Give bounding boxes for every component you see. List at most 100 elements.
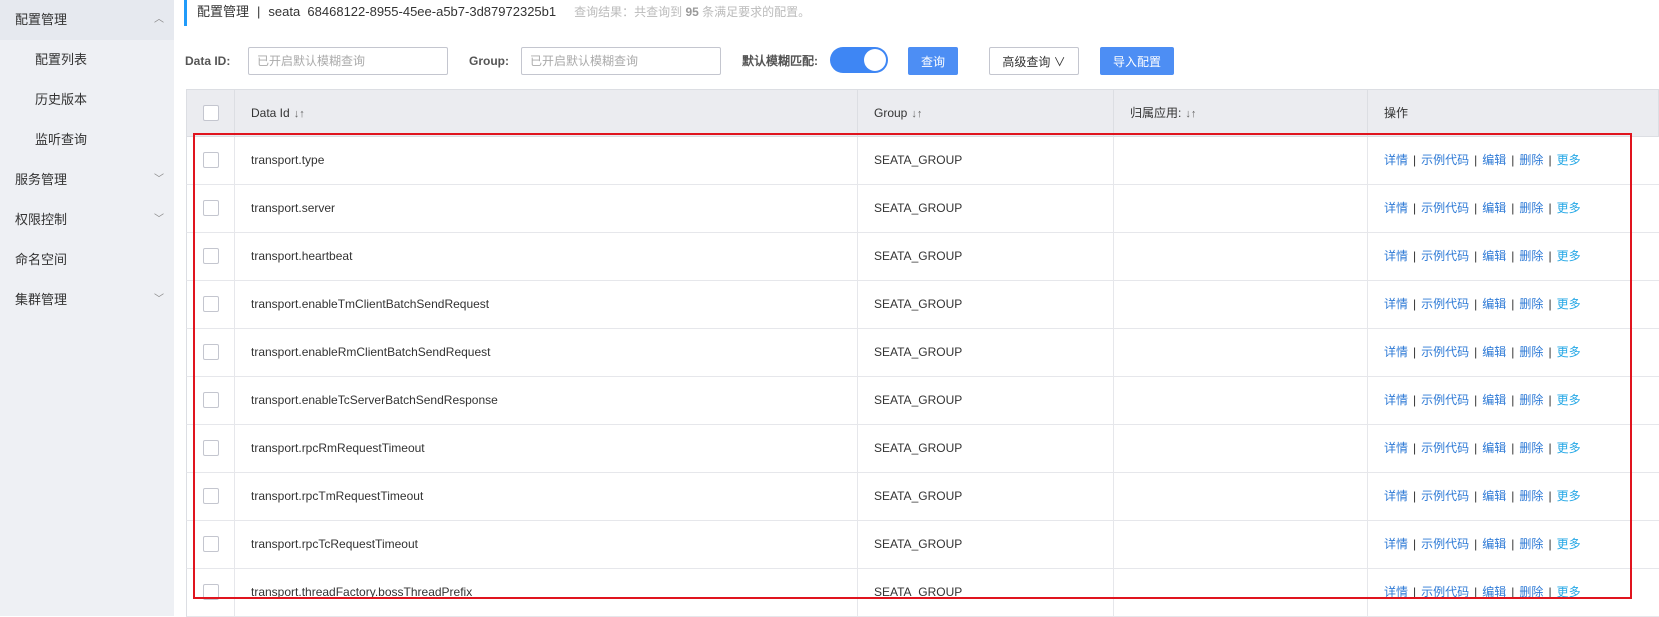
edit-link[interactable]: 编辑 [1482,345,1506,359]
table-row: transport.server SEATA_GROUP 详情 | 示例代码 | 编辑 | 删除… [186,185,1659,233]
sidebar-item[interactable]: 配置管理 ︿ [0,0,174,40]
row-checkbox[interactable] [203,392,219,408]
column-header-group[interactable]: Group ↓↑ [858,90,1114,136]
detail-link[interactable]: 详情 [1384,489,1408,503]
edit-link[interactable]: 编辑 [1482,489,1506,503]
sidebar-item[interactable]: 监听查询 [0,120,174,160]
edit-link[interactable]: 编辑 [1482,537,1506,551]
sort-icon[interactable]: ↓↑ [911,108,922,120]
sidebar-item-label: 配置管理 [15,12,68,27]
detail-link[interactable]: 详情 [1384,153,1408,167]
delete-link[interactable]: 删除 [1519,489,1543,503]
detail-link[interactable]: 详情 [1384,537,1408,551]
more-link[interactable]: 更多 [1557,201,1581,215]
detail-link[interactable]: 详情 [1384,585,1408,599]
query-button[interactable]: 查询 [908,47,958,75]
edit-link[interactable]: 编辑 [1482,297,1506,311]
advanced-query-button[interactable]: 高级查询 ∨ [989,47,1079,75]
more-link[interactable]: 更多 [1557,489,1581,503]
more-link[interactable]: 更多 [1557,537,1581,551]
select-all-checkbox[interactable] [203,105,219,121]
edit-link[interactable]: 编辑 [1482,249,1506,263]
sidebar-item[interactable]: 命名空间 [0,240,174,280]
edit-link[interactable]: 编辑 [1482,153,1506,167]
chevron-down-icon[interactable]: ﹀ [154,200,164,240]
sort-icon[interactable]: ↓↑ [1185,108,1196,120]
detail-link[interactable]: 详情 [1384,249,1408,263]
cell-dataid: transport.enableTmClientBatchSendRequest [235,281,858,328]
column-header-app[interactable]: 归属应用: ↓↑ [1114,90,1368,136]
row-checkbox[interactable] [203,200,219,216]
table-row: transport.enableTmClientBatchSendRequest… [186,281,1659,329]
delete-link[interactable]: 删除 [1519,393,1543,407]
sample-link[interactable]: 示例代码 [1421,249,1469,263]
sample-link[interactable]: 示例代码 [1421,153,1469,167]
sample-link[interactable]: 示例代码 [1421,441,1469,455]
link-separator: | [1548,585,1552,599]
delete-link[interactable]: 删除 [1519,153,1543,167]
edit-link[interactable]: 编辑 [1482,393,1506,407]
cell-dataid: transport.enableTcServerBatchSendRespons… [235,377,858,424]
delete-link[interactable]: 删除 [1519,201,1543,215]
chevron-down-icon[interactable]: ﹀ [154,160,164,200]
edit-link[interactable]: 编辑 [1482,441,1506,455]
import-config-button[interactable]: 导入配置 [1100,47,1174,75]
more-link[interactable]: 更多 [1557,345,1581,359]
delete-link[interactable]: 删除 [1519,585,1543,599]
detail-link[interactable]: 详情 [1384,345,1408,359]
link-separator: | [1548,441,1552,455]
sample-link[interactable]: 示例代码 [1421,537,1469,551]
sidebar-item-label: 历史版本 [35,92,88,107]
sidebar-item[interactable]: 集群管理 ﹀ [0,280,174,320]
more-link[interactable]: 更多 [1557,153,1581,167]
delete-link[interactable]: 删除 [1519,297,1543,311]
more-link[interactable]: 更多 [1557,297,1581,311]
delete-link[interactable]: 删除 [1519,345,1543,359]
column-header-dataid[interactable]: Data Id ↓↑ [235,90,858,136]
more-link[interactable]: 更多 [1557,441,1581,455]
detail-link[interactable]: 详情 [1384,297,1408,311]
sample-link[interactable]: 示例代码 [1421,489,1469,503]
delete-link[interactable]: 删除 [1519,441,1543,455]
dataid-search-input[interactable] [248,47,448,75]
link-separator: | [1474,201,1478,215]
cell-operations: 详情 | 示例代码 | 编辑 | 删除 | 更多 [1368,521,1658,568]
edit-link[interactable]: 编辑 [1482,585,1506,599]
group-search-input[interactable] [521,47,721,75]
sample-link[interactable]: 示例代码 [1421,297,1469,311]
more-link[interactable]: 更多 [1557,393,1581,407]
link-separator: | [1413,345,1417,359]
row-checkbox[interactable] [203,248,219,264]
delete-link[interactable]: 删除 [1519,537,1543,551]
hint-suffix: 条满足要求的配置。 [702,5,811,19]
more-link[interactable]: 更多 [1557,585,1581,599]
row-checkbox-cell [187,137,235,184]
sidebar-item[interactable]: 配置列表 [0,40,174,80]
row-checkbox[interactable] [203,344,219,360]
detail-link[interactable]: 详情 [1384,393,1408,407]
chevron-up-icon[interactable]: ︿ [154,0,164,40]
sort-icon[interactable]: ↓↑ [294,108,305,120]
edit-link[interactable]: 编辑 [1482,201,1506,215]
row-checkbox[interactable] [203,296,219,312]
sample-link[interactable]: 示例代码 [1421,585,1469,599]
sidebar-item[interactable]: 服务管理 ﹀ [0,160,174,200]
chevron-down-icon[interactable]: ﹀ [154,280,164,320]
row-checkbox[interactable] [203,488,219,504]
row-checkbox[interactable] [203,584,219,600]
sidebar-item[interactable]: 历史版本 [0,80,174,120]
detail-link[interactable]: 详情 [1384,201,1408,215]
row-checkbox[interactable] [203,152,219,168]
link-separator: | [1548,153,1552,167]
more-link[interactable]: 更多 [1557,249,1581,263]
sidebar-item[interactable]: 权限控制 ﹀ [0,200,174,240]
row-checkbox[interactable] [203,440,219,456]
sample-link[interactable]: 示例代码 [1421,393,1469,407]
row-checkbox[interactable] [203,536,219,552]
sample-link[interactable]: 示例代码 [1421,201,1469,215]
sidebar-item-label: 命名空间 [15,252,68,267]
sample-link[interactable]: 示例代码 [1421,345,1469,359]
fuzzy-match-toggle[interactable] [830,47,888,73]
detail-link[interactable]: 详情 [1384,441,1408,455]
delete-link[interactable]: 删除 [1519,249,1543,263]
